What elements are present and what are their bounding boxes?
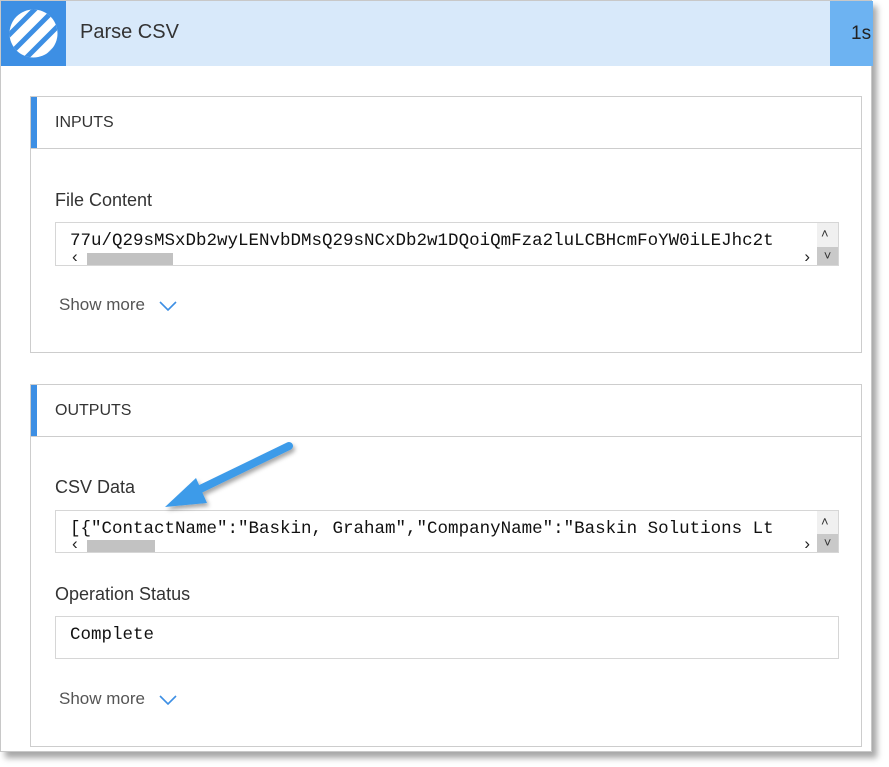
scroll-left-icon[interactable]: ‹ [72, 535, 78, 552]
vertical-scrollbar[interactable]: ˄ ˅ [817, 223, 838, 265]
scroll-thumb[interactable] [87, 253, 173, 265]
show-more-outputs-button[interactable]: Show more [59, 689, 177, 710]
scroll-thumb[interactable] [87, 540, 155, 552]
file-content-label: File Content [55, 190, 153, 210]
csv-data-field[interactable]: [{"ContactName":"Baskin, Graham","Compan… [55, 510, 839, 553]
outputs-section: OUTPUTS CSV Data [{"ContactName":"Baskin… [30, 384, 862, 747]
vertical-scrollbar[interactable]: ˄ ˅ [817, 511, 838, 552]
duration-text: 1s [851, 23, 872, 44]
outputs-section-title: OUTPUTS [55, 402, 132, 419]
action-title: Parse CSV [80, 21, 179, 43]
parse-csv-logo-icon [1, 1, 66, 66]
chevron-down-icon [159, 296, 177, 316]
section-accent-bar [31, 385, 37, 436]
scroll-up-icon[interactable]: ˄ [821, 226, 829, 241]
file-content-field[interactable]: 77u/Q29sMSxDb2wyLENvbDMsQ29sNCxDb2w1DQoi… [55, 222, 839, 266]
show-more-label: Show more [59, 295, 145, 314]
operation-status-value: Complete [70, 625, 155, 645]
scroll-down-icon[interactable]: ˅ [817, 247, 838, 265]
csv-data-label: CSV Data [55, 477, 136, 497]
scroll-down-icon[interactable]: ˅ [817, 534, 838, 552]
action-header[interactable]: Parse CSV 1s [1, 1, 873, 66]
chevron-down-icon [159, 690, 177, 710]
show-more-inputs-button[interactable]: Show more [59, 295, 177, 316]
operation-status-field[interactable]: Complete [55, 616, 839, 659]
outputs-section-header: OUTPUTS [31, 385, 861, 437]
action-card: Parse CSV 1s INPUTS File Content 77u/Q29… [0, 0, 873, 752]
scroll-right-icon[interactable]: › [804, 535, 810, 552]
scroll-left-icon[interactable]: ‹ [72, 248, 78, 265]
scroll-right-icon[interactable]: › [804, 248, 810, 265]
show-more-label: Show more [59, 689, 145, 708]
inputs-section-header: INPUTS [31, 97, 861, 149]
section-accent-bar [31, 97, 37, 148]
duration-badge: 1s [830, 1, 873, 66]
horizontal-scrollbar[interactable]: ‹ › [56, 535, 816, 552]
inputs-section-title: INPUTS [55, 114, 114, 131]
scroll-up-icon[interactable]: ˄ [821, 514, 829, 529]
horizontal-scrollbar[interactable]: ‹ › [56, 248, 816, 265]
operation-status-label: Operation Status [55, 584, 191, 604]
inputs-section: INPUTS File Content 77u/Q29sMSxDb2wyLENv… [30, 96, 862, 353]
